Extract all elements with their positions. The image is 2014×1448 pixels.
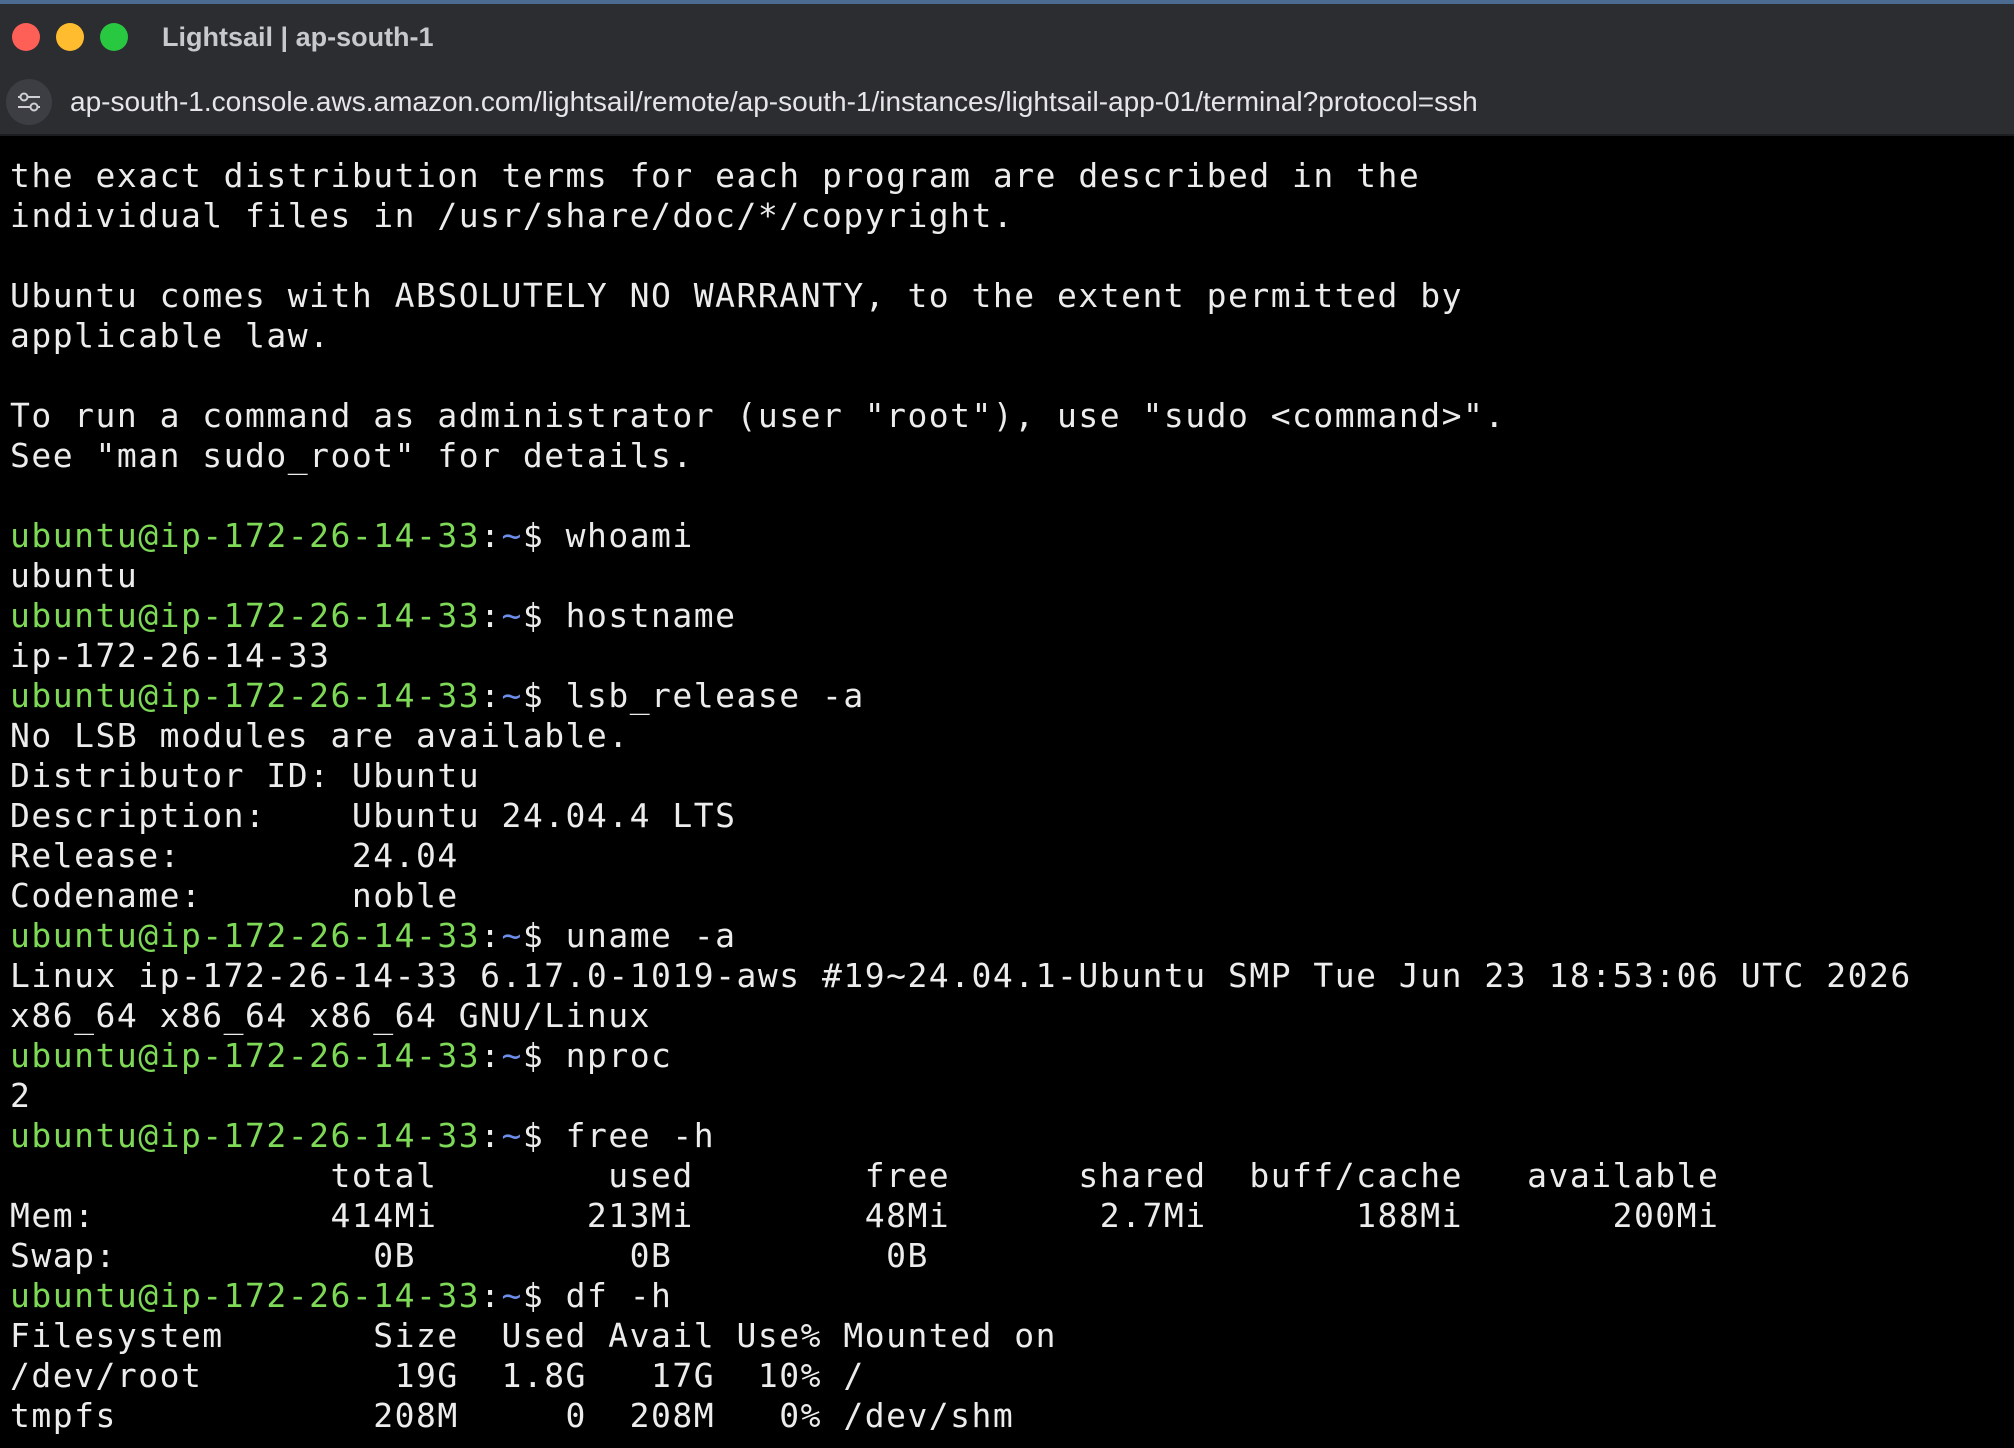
prompt-symbol: $ [522,916,545,955]
prompt-separator: : [480,596,502,635]
address-bar[interactable]: ap-south-1.console.aws.amazon.com/lights… [0,70,2014,136]
terminal-output-line: To run a command as administrator (user … [10,396,1506,435]
prompt-separator: : [480,516,502,555]
terminal-output-line: applicable law. [10,316,331,355]
terminal-command-line: ubuntu@ip-172-26-14-33:~$ free -h [10,1116,2014,1156]
terminal-output-line: Swap: 0B 0B 0B [10,1236,929,1275]
url-text[interactable]: ap-south-1.console.aws.amazon.com/lights… [70,86,1478,118]
command-text: whoami [544,516,694,555]
command-text: free -h [544,1116,716,1155]
close-window-button[interactable] [12,23,40,51]
tune-icon[interactable] [6,79,52,125]
prompt-path: ~ [501,1036,523,1075]
terminal-command-line: ubuntu@ip-172-26-14-33:~$ whoami [10,516,2014,556]
browser-window: Lightsail | ap-south-1 ap-south-1.consol… [0,0,2014,1448]
prompt-path: ~ [501,516,523,555]
prompt-user-host: ubuntu@ip-172-26-14-33 [10,676,481,715]
prompt-user-host: ubuntu@ip-172-26-14-33 [10,1036,481,1075]
prompt-separator: : [480,916,502,955]
prompt-user-host: ubuntu@ip-172-26-14-33 [10,516,481,555]
prompt-path: ~ [501,1116,523,1155]
terminal-command-line: ubuntu@ip-172-26-14-33:~$ nproc [10,1036,2014,1076]
prompt-user-host: ubuntu@ip-172-26-14-33 [10,596,481,635]
prompt-symbol: $ [522,516,545,555]
terminal-output-line: No LSB modules are available. [10,716,630,755]
terminal-output-line: See "man sudo_root" for details. [10,436,694,475]
prompt-user-host: ubuntu@ip-172-26-14-33 [10,1116,481,1155]
terminal-output-line: Mem: 414Mi 213Mi 48Mi 2.7Mi 188Mi 200Mi [10,1196,1720,1235]
terminal-output-line: x86_64 x86_64 x86_64 GNU/Linux [10,996,652,1035]
command-text: hostname [544,596,737,635]
terminal-output-line: 2 [10,1076,32,1115]
terminal-output-line: /dev/root 19G 1.8G 17G 10% / [10,1356,865,1395]
command-text: uname -a [544,916,737,955]
terminal-output-line: Description: Ubuntu 24.04.4 LTS [10,796,737,835]
terminal-output-line: Distributor ID: Ubuntu [10,756,481,795]
terminal-output-line: Ubuntu comes with ABSOLUTELY NO WARRANTY… [10,276,1464,315]
command-text: df -h [544,1276,673,1315]
terminal-command-line: ubuntu@ip-172-26-14-33:~$ hostname [10,596,2014,636]
command-text: lsb_release -a [544,676,865,715]
prompt-separator: : [480,1276,502,1315]
prompt-symbol: $ [522,1036,545,1075]
terminal-output-line: Filesystem Size Used Avail Use% Mounted … [10,1316,1058,1355]
prompt-path: ~ [501,1276,523,1315]
window-controls [12,23,144,51]
terminal-command-line: ubuntu@ip-172-26-14-33:~$ uname -a [10,916,2014,956]
terminal-output-line: individual files in /usr/share/doc/*/cop… [10,196,1015,235]
terminal-output-line: tmpfs 208M 0 208M 0% /dev/shm [10,1396,1015,1435]
terminal-output-line: total used free shared buff/cache availa… [10,1156,1720,1195]
prompt-user-host: ubuntu@ip-172-26-14-33 [10,1276,481,1315]
prompt-separator: : [480,1116,502,1155]
prompt-symbol: $ [522,1116,545,1155]
command-text: nproc [544,1036,673,1075]
title-bar: Lightsail | ap-south-1 [0,0,2014,70]
terminal-output-line: Codename: noble [10,876,459,915]
prompt-user-host: ubuntu@ip-172-26-14-33 [10,916,481,955]
prompt-symbol: $ [522,596,545,635]
maximize-window-button[interactable] [100,23,128,51]
terminal-output-line: Linux ip-172-26-14-33 6.17.0-1019-aws #1… [10,956,1912,995]
terminal-output-line: ip-172-26-14-33 [10,636,331,675]
prompt-symbol: $ [522,676,545,715]
prompt-path: ~ [501,596,523,635]
window-title: Lightsail | ap-south-1 [162,21,434,52]
terminal-command-line: ubuntu@ip-172-26-14-33:~$ lsb_release -a [10,676,2014,716]
terminal-output-line: ubuntu [10,556,139,595]
prompt-path: ~ [501,676,523,715]
minimize-window-button[interactable] [56,23,84,51]
prompt-path: ~ [501,916,523,955]
terminal-command-line: ubuntu@ip-172-26-14-33:~$ df -h [10,1276,2014,1316]
prompt-separator: : [480,676,502,715]
prompt-separator: : [480,1036,502,1075]
terminal-output[interactable]: the exact distribution terms for each pr… [0,136,2014,1448]
terminal-output-line: Release: 24.04 [10,836,459,875]
prompt-symbol: $ [522,1276,545,1315]
terminal-output-line: the exact distribution terms for each pr… [10,156,1421,195]
